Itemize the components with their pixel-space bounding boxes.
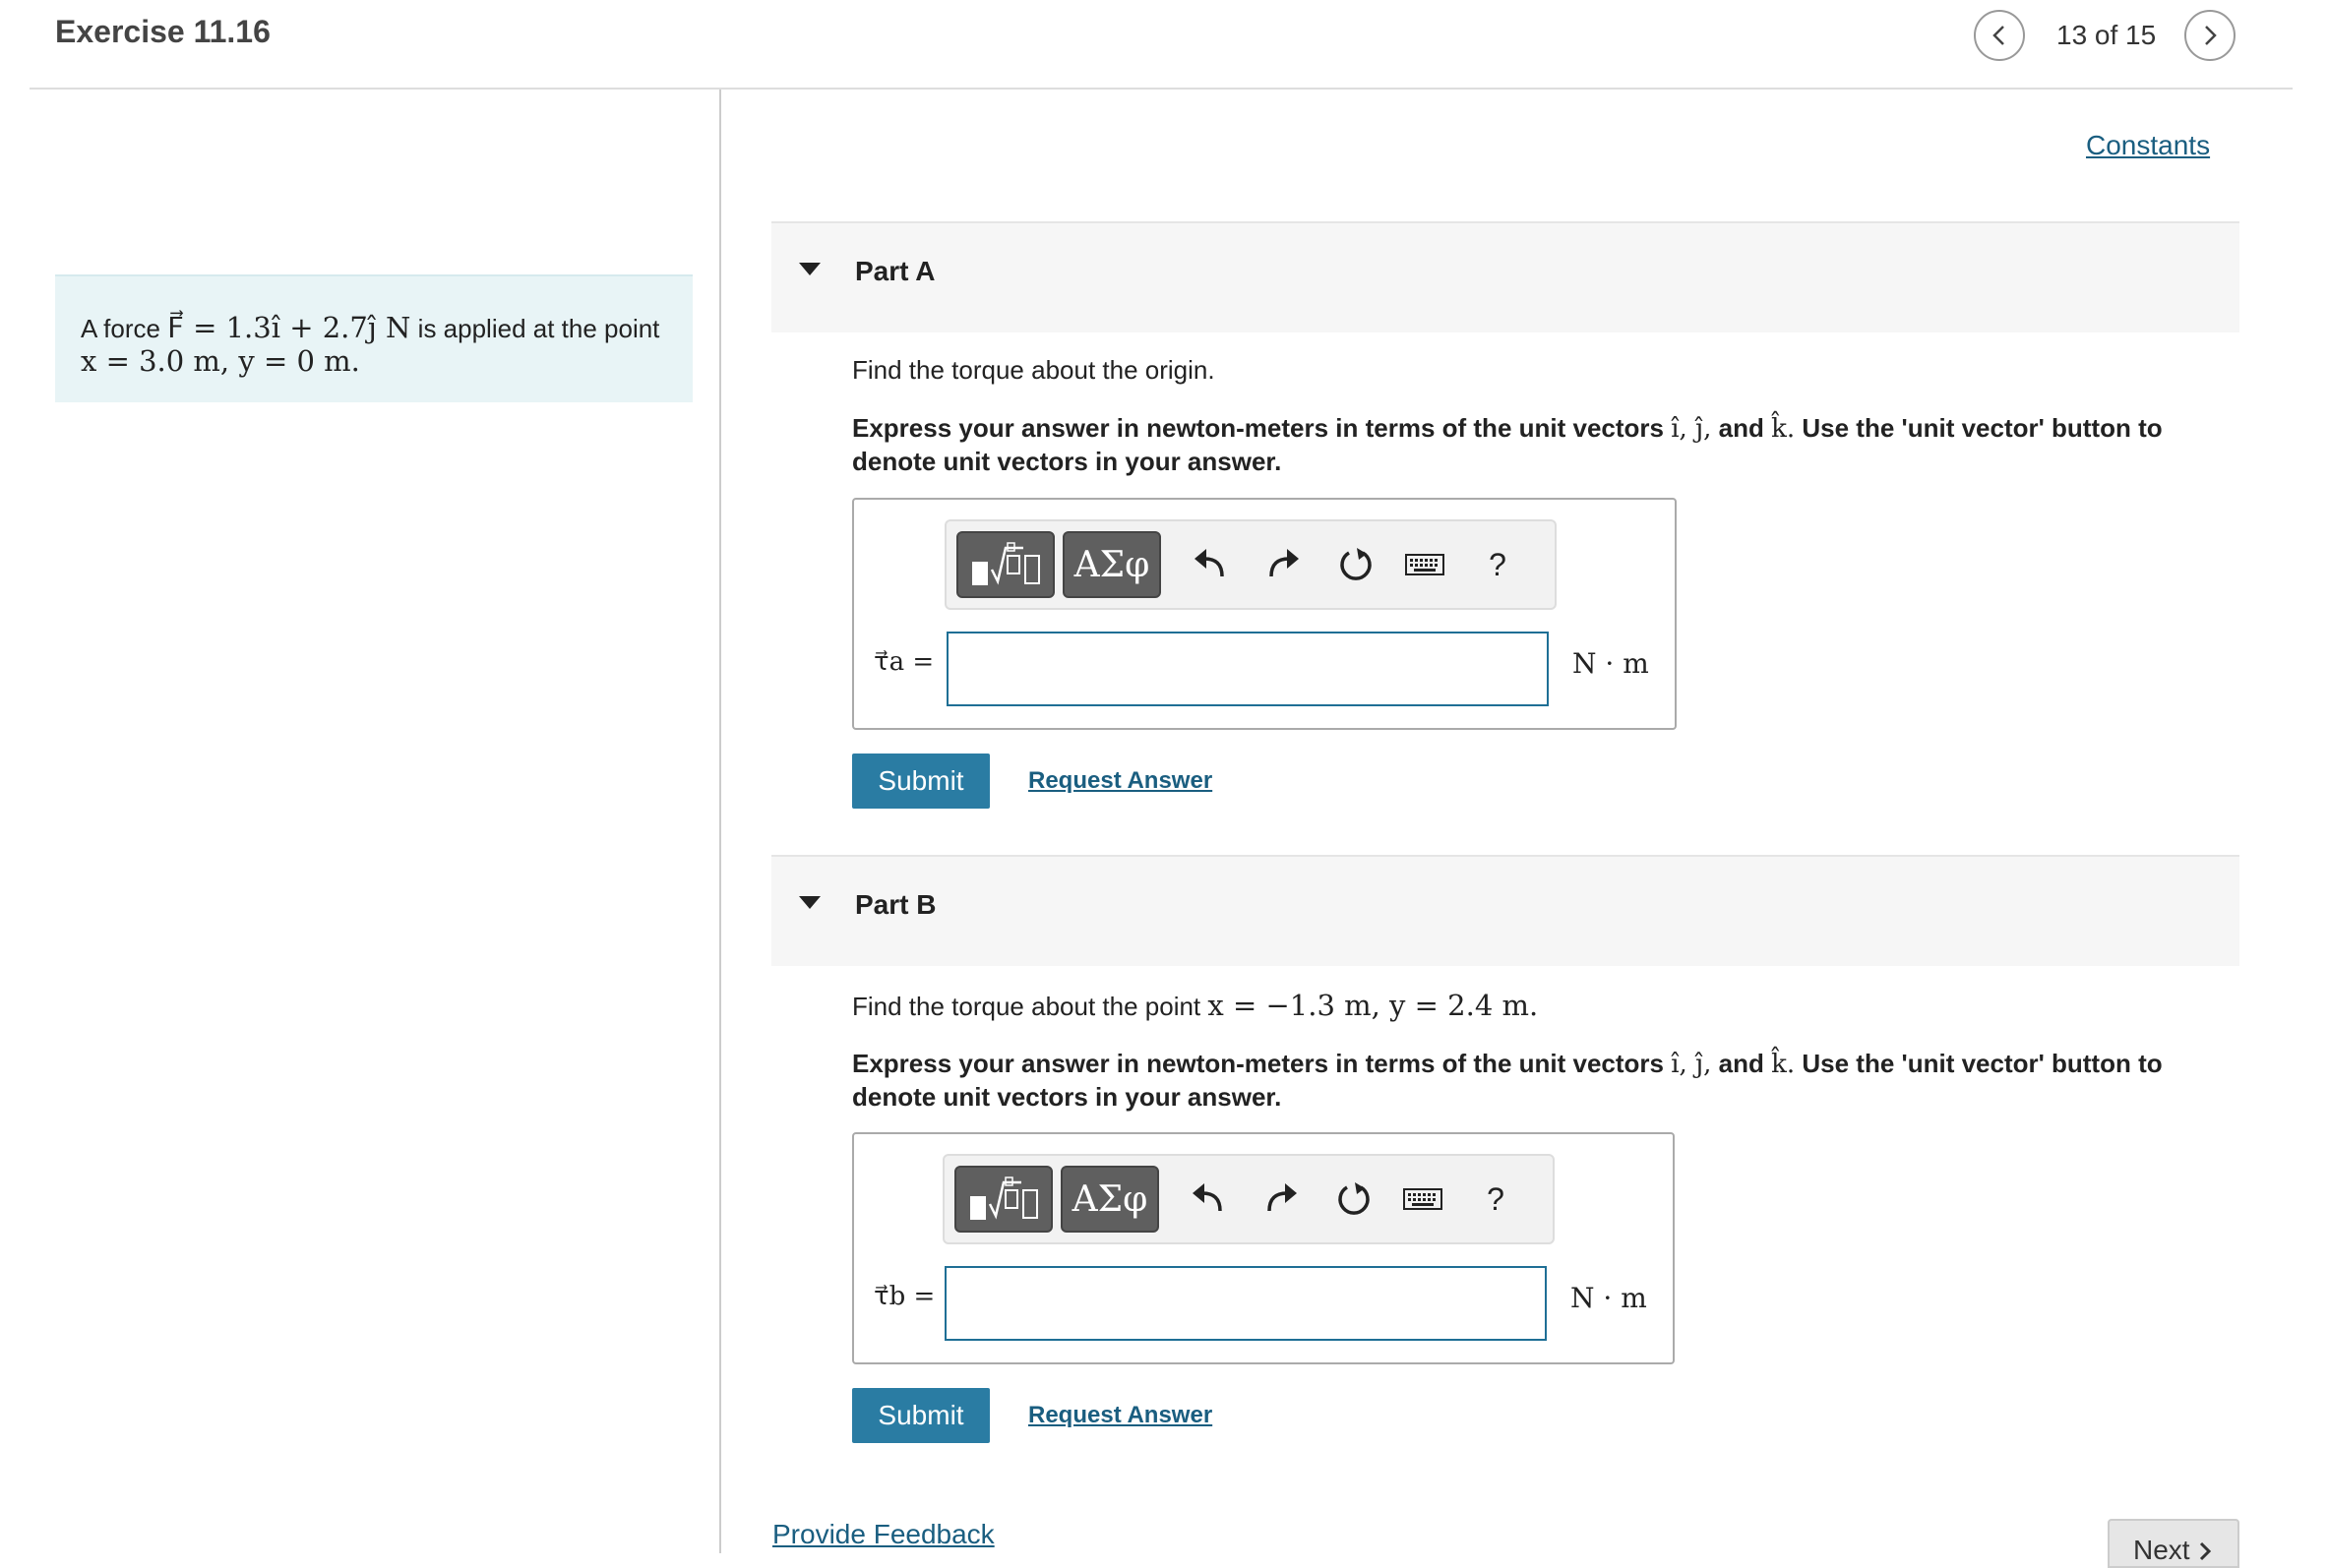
templates-button[interactable] bbox=[956, 531, 1055, 598]
part-b-answer-input[interactable] bbox=[945, 1266, 1547, 1341]
keyboard-icon[interactable] bbox=[1401, 1177, 1444, 1221]
unit-vectors-ij: î, ĵ, bbox=[1671, 1050, 1712, 1079]
constants-link[interactable]: Constants bbox=[2086, 130, 2210, 161]
prompt-point: x = −1.3 m, y = 2.4 m. bbox=[1207, 989, 1539, 1022]
chevron-right-icon bbox=[2205, 26, 2217, 45]
next-arrow-button[interactable] bbox=[2184, 10, 2236, 61]
reset-icon[interactable] bbox=[1334, 543, 1378, 586]
part-a-unit: N · m bbox=[1572, 647, 1649, 680]
force-expression: F⃗ = 1.3î + 2.7ĵ N bbox=[167, 311, 411, 344]
part-b-prompt: Find the torque about the point x = −1.3… bbox=[852, 989, 1538, 1022]
tau-a-label: τ⃗a = bbox=[874, 647, 935, 677]
part-a-prompt: Find the torque about the origin. bbox=[852, 355, 1215, 385]
tau-b-label: τ⃗b = bbox=[874, 1282, 936, 1311]
help-button[interactable]: ? bbox=[1474, 1177, 1517, 1221]
unit-vectors-ij: î, ĵ, bbox=[1671, 414, 1712, 444]
instr-text: Express your answer in newton-meters in … bbox=[852, 413, 1664, 443]
next-button[interactable]: Next bbox=[2108, 1519, 2239, 1568]
redo-icon[interactable] bbox=[1259, 1177, 1303, 1221]
templates-icon bbox=[972, 542, 1040, 585]
part-a-header[interactable]: Part A bbox=[771, 221, 2239, 332]
part-b-unit: N · m bbox=[1570, 1282, 1647, 1314]
templates-button[interactable] bbox=[954, 1166, 1053, 1233]
part-a-request-answer-link[interactable]: Request Answer bbox=[1028, 767, 1212, 795]
provide-feedback-link[interactable]: Provide Feedback bbox=[772, 1519, 995, 1550]
chevron-right-icon bbox=[2200, 1541, 2212, 1561]
part-a-answer-input[interactable] bbox=[947, 632, 1549, 706]
help-button[interactable]: ? bbox=[1476, 543, 1519, 586]
page-title: Exercise 11.16 bbox=[55, 14, 271, 49]
templates-icon bbox=[970, 1176, 1038, 1220]
greek-symbols-button[interactable]: ΑΣφ bbox=[1063, 531, 1161, 598]
collapse-triangle-icon bbox=[799, 896, 821, 909]
part-b-instructions: Express your answer in newton-meters in … bbox=[852, 1048, 2190, 1114]
application-point: x = 3.0 m, y = 0 m. bbox=[81, 344, 360, 378]
part-a-instructions: Express your answer in newton-meters in … bbox=[852, 412, 2190, 478]
part-b-request-answer-link[interactable]: Request Answer bbox=[1028, 1402, 1212, 1429]
unit-vector-k: k̂. bbox=[1771, 1050, 1796, 1079]
collapse-triangle-icon bbox=[799, 263, 821, 275]
pager-text: 13 of 15 bbox=[2056, 20, 2157, 50]
prompt-prefix: Find the torque about the point bbox=[852, 992, 1201, 1021]
keyboard-icon[interactable] bbox=[1403, 543, 1446, 586]
next-label: Next bbox=[2133, 1535, 2190, 1565]
undo-icon[interactable] bbox=[1187, 1177, 1230, 1221]
part-b-submit-button[interactable]: Submit bbox=[852, 1388, 990, 1443]
instr-and: and bbox=[1718, 1049, 1764, 1078]
problem-statement: A force F⃗ = 1.3î + 2.7ĵ N is applied at… bbox=[55, 274, 693, 402]
header-divider bbox=[30, 88, 2293, 90]
part-b-label: Part B bbox=[855, 889, 937, 920]
problem-suffix: is applied at the point bbox=[417, 314, 660, 343]
panel-divider bbox=[719, 90, 721, 1553]
part-a-answer-box: ΑΣφ ? τ⃗a = N · m bbox=[852, 498, 1677, 730]
part-a-label: Part A bbox=[855, 256, 936, 286]
part-a-submit-button[interactable]: Submit bbox=[852, 754, 990, 809]
undo-icon[interactable] bbox=[1189, 543, 1232, 586]
part-b-answer-box: ΑΣφ ? τ⃗b = N · m bbox=[852, 1132, 1675, 1364]
math-toolbar: ΑΣφ ? bbox=[943, 1154, 1555, 1244]
problem-prefix: A force bbox=[81, 314, 160, 343]
redo-icon[interactable] bbox=[1261, 543, 1305, 586]
instr-and: and bbox=[1718, 413, 1764, 443]
previous-button[interactable] bbox=[1974, 10, 2025, 61]
greek-symbols-button[interactable]: ΑΣφ bbox=[1061, 1166, 1159, 1233]
part-b-header[interactable]: Part B bbox=[771, 855, 2239, 966]
instr-text: Express your answer in newton-meters in … bbox=[852, 1049, 1664, 1078]
chevron-left-icon bbox=[1992, 26, 2004, 45]
reset-icon[interactable] bbox=[1332, 1177, 1376, 1221]
unit-vector-k: k̂. bbox=[1771, 414, 1796, 444]
math-toolbar: ΑΣφ ? bbox=[945, 519, 1557, 610]
